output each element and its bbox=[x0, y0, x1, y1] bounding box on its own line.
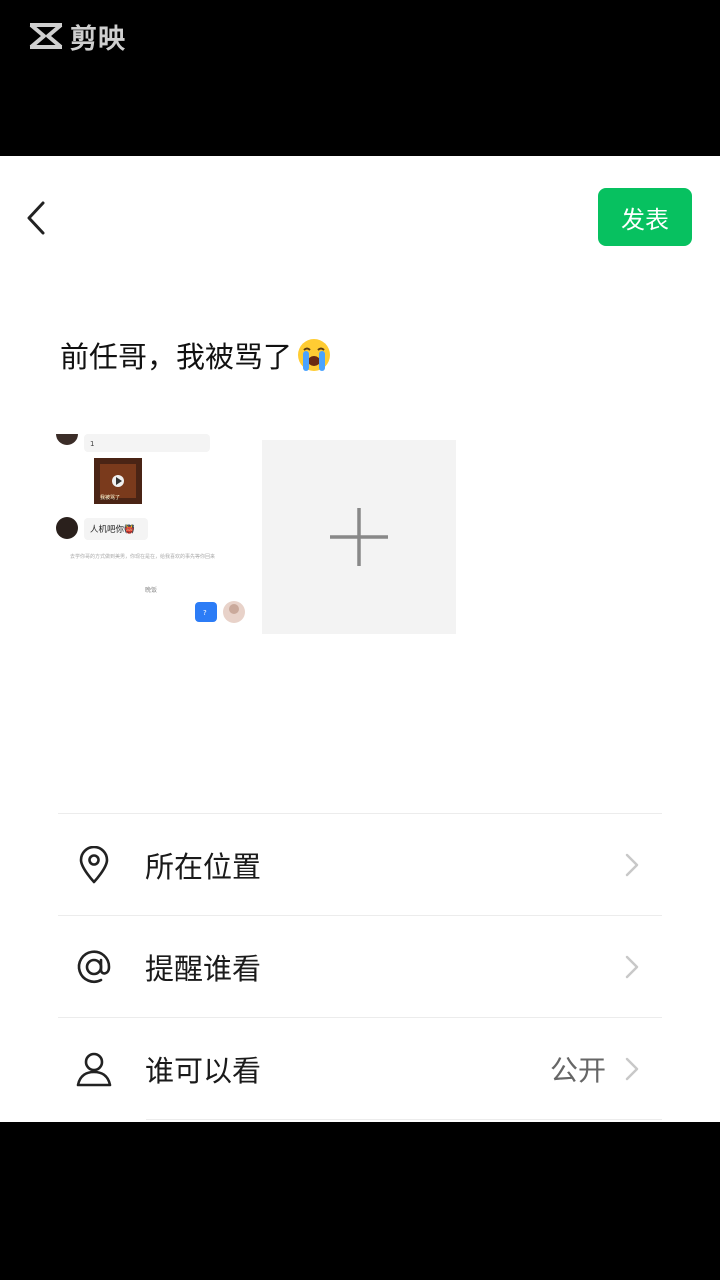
chevron-left-icon bbox=[27, 201, 45, 235]
watermark-text: 剪映 bbox=[70, 23, 126, 55]
post-options-list: 所在位置 提醒谁看 谁可以看 公开 bbox=[58, 813, 662, 1120]
visibility-value: 公开 bbox=[549, 1053, 606, 1087]
chevron-right-icon bbox=[625, 1057, 639, 1081]
publish-button[interactable]: 发表 bbox=[598, 188, 692, 246]
thumb-system-notice: 去学你哥的方式做到美男，你现在是在，给我喜欢的事先等你回来 bbox=[70, 553, 215, 560]
recording-top-bar: 剪映 bbox=[0, 0, 720, 156]
moments-compose-screen: 发表 前任哥，我被骂了 1 我被骂了 人机吧你👹 去学你哥的方式做到美男，你现在… bbox=[0, 156, 720, 1122]
recording-bottom-bar bbox=[0, 1122, 720, 1280]
person-icon bbox=[76, 1052, 112, 1086]
chat-screenshot-image: 1 我被骂了 人机吧你👹 去学你哥的方式做到美男，你现在是在，给我喜欢的事先等你… bbox=[56, 434, 245, 623]
remind-option[interactable]: 提醒谁看 bbox=[58, 916, 662, 1017]
thumb-video-caption: 我被骂了 bbox=[100, 494, 120, 501]
loudly-crying-face-emoji-icon bbox=[298, 339, 331, 371]
location-pin-icon bbox=[79, 845, 109, 883]
add-media-button[interactable] bbox=[262, 440, 456, 634]
thumb-first-msg: 1 bbox=[90, 440, 94, 448]
chevron-right-icon bbox=[625, 955, 639, 979]
post-text: 前任哥，我被骂了 bbox=[60, 340, 293, 374]
visibility-option[interactable]: 谁可以看 公开 bbox=[58, 1018, 662, 1119]
capcut-watermark: 剪映 bbox=[28, 18, 126, 55]
back-button[interactable] bbox=[18, 196, 54, 240]
thumb-reply-msg: 人机吧你👹 bbox=[90, 524, 135, 535]
visibility-label: 谁可以看 bbox=[145, 1053, 262, 1088]
at-sign-icon bbox=[77, 949, 111, 983]
divider bbox=[146, 1119, 662, 1120]
post-text-input[interactable]: 前任哥，我被骂了 bbox=[60, 334, 332, 376]
thumb-time-label: 晚饭 bbox=[145, 586, 157, 594]
capcut-logo-icon bbox=[29, 23, 63, 49]
location-option[interactable]: 所在位置 bbox=[58, 814, 662, 915]
location-label: 所在位置 bbox=[145, 849, 262, 884]
plus-icon bbox=[330, 508, 388, 566]
attached-screenshot-thumbnail[interactable]: 1 我被骂了 人机吧你👹 去学你哥的方式做到美男，你现在是在，给我喜欢的事先等你… bbox=[56, 434, 250, 634]
chevron-right-icon bbox=[625, 853, 639, 877]
remind-label: 提醒谁看 bbox=[145, 951, 262, 986]
thumb-my-msg: ? bbox=[203, 609, 207, 617]
